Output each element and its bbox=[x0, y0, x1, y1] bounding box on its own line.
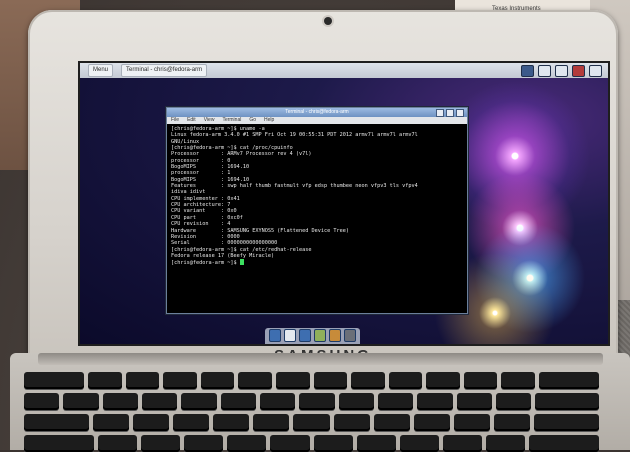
key bbox=[313, 372, 348, 389]
key bbox=[141, 435, 181, 452]
key bbox=[92, 414, 130, 431]
key bbox=[63, 393, 99, 410]
network-icon[interactable] bbox=[538, 65, 551, 77]
terminal-title-bar[interactable]: Terminal - chris@fedora-arm bbox=[167, 108, 467, 117]
key bbox=[125, 372, 160, 389]
desktop-dock bbox=[265, 328, 360, 344]
key bbox=[378, 393, 414, 410]
apps-icon[interactable] bbox=[344, 329, 356, 342]
menu-go[interactable]: Go bbox=[249, 117, 256, 124]
key bbox=[253, 414, 290, 431]
system-tray bbox=[521, 65, 602, 77]
key bbox=[528, 435, 600, 452]
taskbar-menu-button[interactable]: Menu bbox=[88, 64, 114, 77]
key bbox=[463, 372, 498, 389]
key bbox=[24, 393, 60, 410]
key bbox=[142, 393, 178, 410]
menu-help[interactable]: Help bbox=[264, 117, 274, 124]
key bbox=[24, 414, 89, 431]
keyboard-row bbox=[24, 372, 600, 389]
key bbox=[535, 393, 600, 410]
key bbox=[181, 393, 217, 410]
key bbox=[496, 393, 532, 410]
terminal-prompt-line: [chris@fedora-arm ~]$ bbox=[171, 259, 463, 266]
key bbox=[173, 414, 210, 431]
volume-icon[interactable] bbox=[555, 65, 568, 77]
terminal-prompt: [chris@fedora-arm ~]$ bbox=[171, 260, 240, 267]
home-icon[interactable] bbox=[299, 329, 311, 342]
key bbox=[388, 372, 423, 389]
window-controls bbox=[436, 109, 464, 117]
key bbox=[213, 414, 250, 431]
key bbox=[356, 435, 396, 452]
files-icon[interactable] bbox=[269, 329, 281, 342]
key bbox=[413, 414, 450, 431]
menu-view[interactable]: View bbox=[204, 117, 215, 124]
key bbox=[417, 393, 453, 410]
key bbox=[220, 393, 257, 410]
keyboard-row bbox=[24, 435, 600, 452]
keyboard bbox=[24, 372, 600, 452]
key bbox=[426, 372, 460, 389]
browser-icon[interactable] bbox=[314, 329, 326, 342]
key bbox=[88, 372, 122, 389]
key bbox=[98, 435, 138, 452]
key bbox=[333, 414, 370, 431]
laptop-hinge bbox=[38, 353, 603, 365]
key bbox=[200, 372, 235, 389]
menu-terminal[interactable]: Terminal bbox=[222, 117, 241, 124]
terminal-window[interactable]: Terminal - chris@fedora-arm File Edit Vi… bbox=[166, 107, 468, 314]
key bbox=[184, 435, 224, 452]
minimize-icon[interactable] bbox=[436, 109, 444, 117]
key bbox=[456, 393, 493, 410]
key bbox=[453, 414, 490, 431]
terminal-menu-bar: File Edit View Terminal Go Help bbox=[167, 117, 467, 124]
key bbox=[293, 414, 330, 431]
key bbox=[442, 435, 482, 452]
key bbox=[163, 372, 197, 389]
taskbar-terminal-button[interactable]: Terminal - chris@fedora-arm bbox=[121, 64, 208, 77]
desktop-icon[interactable] bbox=[284, 329, 296, 342]
key bbox=[373, 414, 410, 431]
key bbox=[276, 372, 310, 389]
key bbox=[493, 414, 530, 431]
key bbox=[270, 435, 310, 452]
key bbox=[534, 414, 599, 431]
key bbox=[102, 393, 139, 410]
keyboard-row bbox=[24, 414, 599, 431]
clock-icon[interactable] bbox=[589, 65, 602, 77]
terminal-cursor bbox=[239, 259, 244, 266]
key bbox=[24, 372, 85, 389]
key bbox=[351, 372, 385, 389]
key bbox=[399, 435, 439, 452]
key bbox=[24, 435, 95, 452]
key bbox=[260, 393, 296, 410]
key bbox=[133, 414, 170, 431]
key bbox=[313, 435, 353, 452]
laptop-lid: Menu Terminal - chris@fedora-arm Termina… bbox=[28, 10, 618, 382]
terminal-output[interactable]: [chris@fedora-arm ~]$ uname -a Linux fedo… bbox=[167, 124, 467, 269]
menu-edit[interactable]: Edit bbox=[187, 117, 196, 124]
maximize-icon[interactable] bbox=[446, 109, 454, 117]
terminal-title: Terminal - chris@fedora-arm bbox=[285, 109, 349, 115]
menu-file[interactable]: File bbox=[171, 117, 179, 124]
key bbox=[485, 435, 525, 452]
webcam-icon bbox=[324, 17, 332, 25]
key bbox=[338, 393, 375, 410]
laptop-screen: Menu Terminal - chris@fedora-arm Termina… bbox=[78, 61, 610, 346]
power-icon[interactable] bbox=[572, 65, 585, 77]
workspace-icon[interactable] bbox=[521, 65, 534, 77]
close-icon[interactable] bbox=[456, 109, 464, 117]
key bbox=[238, 372, 272, 389]
desktop-top-panel: Menu Terminal - chris@fedora-arm bbox=[80, 63, 608, 78]
key bbox=[299, 393, 335, 410]
search-icon[interactable] bbox=[329, 329, 341, 342]
key bbox=[501, 372, 535, 389]
key bbox=[538, 372, 600, 389]
keyboard-row bbox=[24, 393, 600, 410]
key bbox=[227, 435, 267, 452]
